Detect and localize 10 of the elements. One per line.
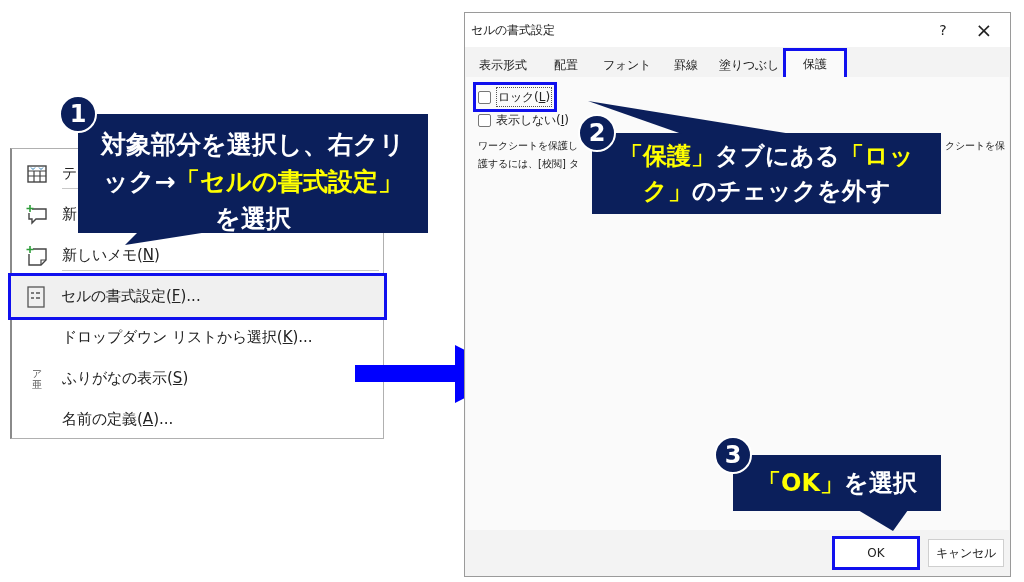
callout-text: 「保護」タブにある「ロッ ク」のチェックを外す [618,141,915,207]
checkbox-label: ロック(L) [496,87,553,107]
description-text: ワークシートを保護し 護するには、[校閲] タ [478,139,579,171]
checkbox-label: 表示しない(I) [496,112,569,129]
window-title: セルの書式設定 [471,22,556,39]
callout-text: 「OK」を選択 [756,468,918,499]
callout-text: 対象部分を選択し、右クリ ック→「セルの書式設定」 を選択 [99,129,406,235]
step-number-badge: 1 [59,95,97,133]
furigana-icon: ア 亜 [32,367,42,390]
description-text: クシートを保 [945,139,1005,153]
